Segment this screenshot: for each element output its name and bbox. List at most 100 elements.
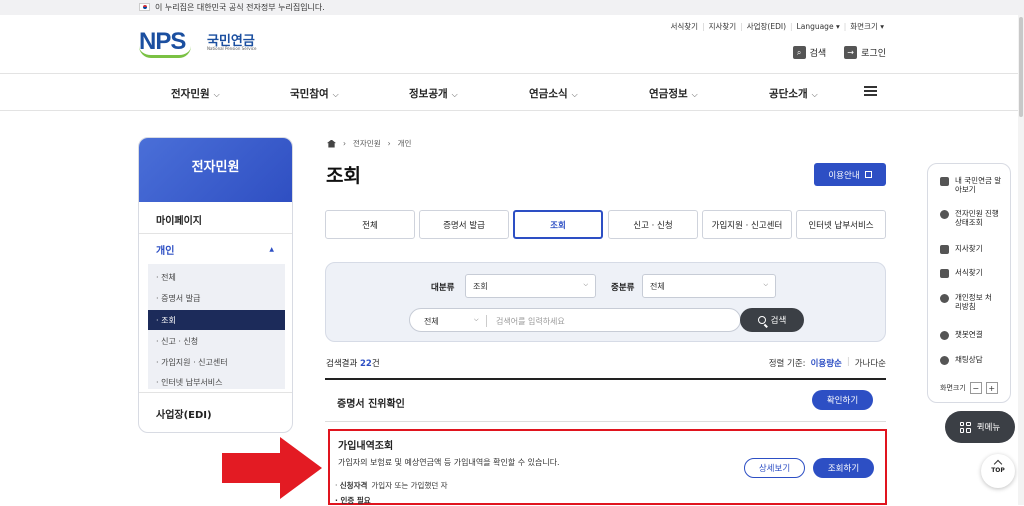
divider (139, 392, 292, 393)
util-forms-link[interactable]: 서식찾기 (670, 21, 698, 32)
chevron-down-icon: ⌵ (691, 90, 698, 99)
util-zoom-link[interactable]: 화면크기 ▾ (850, 21, 884, 32)
tab-cert[interactable]: 증명서 발급 (419, 210, 509, 239)
gnb-label: 국민참여 (290, 88, 329, 100)
result-prefix: 검색결과 (326, 359, 358, 369)
lnb-edi[interactable]: 사업장(EDI) (156, 406, 212, 421)
qualification-value: 가입자 또는 가입했던 자 (371, 481, 448, 490)
breadcrumb-item[interactable]: 개인 (398, 138, 412, 149)
breadcrumb-item[interactable]: 전자민원 (353, 138, 381, 149)
lnb-sub-list: · 전체 · 증명서 발급 · 조회 · 신고 · 신청 · 가입지원 · 신고… (148, 264, 285, 389)
scrollbar[interactable] (1018, 15, 1024, 505)
verify-button[interactable]: 확인하기 (812, 390, 873, 410)
korea-flag-icon (139, 3, 150, 11)
quick-label: 채팅상담 (955, 355, 983, 364)
util-edi-link[interactable]: 사업장(EDI) (747, 21, 786, 32)
item-description: 가입자의 보험료 및 예상연금액 등 가입내역을 확인할 수 있습니다. (338, 458, 560, 467)
hamburger-menu-icon[interactable] (864, 86, 877, 96)
quick-chatbot[interactable]: 챗봇연결 (940, 330, 983, 340)
item-title: 가입내역조회 (338, 441, 394, 452)
header-login-button[interactable]: → 로그인 (844, 46, 886, 59)
gnb-item-about[interactable]: 공단소개 ⌵ (769, 86, 818, 101)
list-item: 증명서 진위확인 확인하기 (325, 380, 886, 422)
quick-privacy[interactable]: 개인정보 처리방침 (940, 293, 995, 311)
gnb-item-disclosure[interactable]: 정보공개 ⌵ (409, 86, 458, 101)
gnb-item-civil[interactable]: 전자민원 ⌵ (171, 86, 220, 101)
zoom-out-button[interactable]: − (969, 382, 982, 394)
person-icon (940, 210, 949, 219)
lnb-sub-inquiry[interactable]: · 조회 (148, 310, 285, 330)
breadcrumb: › 전자민원 › 개인 (327, 138, 411, 149)
search-scope-select[interactable]: 전체 (424, 316, 439, 327)
quick-label: 개인정보 처리방침 (955, 293, 992, 311)
chevron-down-icon: ⌵ (811, 90, 818, 99)
qualification-label: 신청자격 (339, 481, 368, 490)
chevron-down-icon: ⌵ (571, 90, 578, 99)
search-button[interactable]: 검색 (740, 308, 804, 332)
sort-by-usage[interactable]: 이용량순 (811, 357, 842, 369)
breadcrumb-sep: › (387, 139, 391, 148)
highlighted-list-item: 가입내역조회 가입자의 보험료 및 예상연금액 등 가입내역을 확인할 수 있습… (328, 429, 887, 505)
gnb-item-info[interactable]: 연금정보 ⌵ (649, 86, 698, 101)
sort-by-name[interactable]: 가나다순 (855, 357, 886, 369)
query-button[interactable]: 조회하기 (813, 458, 874, 478)
gnb-item-news[interactable]: 연금소식 ⌵ (529, 86, 578, 101)
quick-label: 전자민원 진행상태조회 (955, 209, 999, 227)
quick-menu-button[interactable]: 퀵메뉴 (945, 411, 1015, 443)
header-search-button[interactable]: ⌕ 검색 (792, 46, 826, 59)
login-icon: → (844, 46, 858, 59)
chevron-down-icon: ⌵ (583, 281, 588, 288)
zoom-in-button[interactable]: + (985, 382, 998, 394)
quick-menu-label: 퀵메뉴 (976, 423, 1001, 433)
privacy-icon (940, 294, 949, 303)
lnb-mypage[interactable]: 마이페이지 (156, 212, 202, 227)
util-language-link[interactable]: Language ▾ (797, 22, 840, 31)
left-nav: 전자민원 마이페이지 개인 ▲ · 전체 · 증명서 발급 · 조회 · 신고 … (138, 137, 293, 433)
tab-report[interactable]: 신고 · 신청 (608, 210, 698, 239)
guide-button[interactable]: 이용안내 (814, 163, 886, 186)
scrollbar-thumb[interactable] (1019, 17, 1023, 117)
gov-banner-text: 이 누리집은 대한민국 공식 전자정부 누리집입니다. (155, 3, 325, 12)
home-icon[interactable] (327, 139, 336, 148)
gnb-item-participation[interactable]: 국민참여 ⌵ (290, 86, 339, 101)
tab-inquiry[interactable]: 조회 (513, 210, 603, 239)
category-tabs: 전체 증명서 발급 조회 신고 · 신청 가입지원 · 신고센터 인터넷 납부서… (325, 210, 886, 239)
chevron-down-icon: ⌵ (451, 90, 458, 99)
item-qualification: · 신청자격 가입자 또는 가입했던 자 (335, 481, 448, 490)
chevron-up-icon[interactable]: ▲ (269, 246, 274, 253)
lnb-sub-cert[interactable]: · 증명서 발급 (156, 293, 200, 304)
sort-options: 정렬 기준: 이용량순 | 가나다순 (769, 357, 886, 369)
major-category-value: 조회 (473, 282, 488, 291)
quick-branch[interactable]: 지사찾기 (940, 244, 983, 254)
lnb-sub-support[interactable]: · 가입지원 · 신고센터 (156, 357, 228, 368)
quick-chat[interactable]: 채팅상담 (940, 355, 983, 365)
breadcrumb-sep: › (343, 139, 346, 148)
minor-category-value: 전체 (650, 282, 665, 291)
result-count: 검색결과 22건 (326, 357, 380, 369)
search-input[interactable]: 검색어를 입력하세요 (496, 316, 565, 327)
lnb-sub-report[interactable]: · 신고 · 신청 (156, 336, 198, 347)
minor-category-select[interactable]: 전체 ⌵ (642, 274, 776, 298)
lnb-title: 전자민원 (139, 138, 292, 202)
util-branch-link[interactable]: 지사찾기 (709, 21, 737, 32)
major-category-select[interactable]: 조회 ⌵ (465, 274, 596, 298)
divider (486, 315, 487, 327)
lnb-sub-payment[interactable]: · 인터넷 납부서비스 (156, 377, 223, 388)
tab-all[interactable]: 전체 (325, 210, 415, 239)
nps-logo[interactable]: NPS 국민연금 National Pension Service (139, 28, 269, 58)
tab-payment[interactable]: 인터넷 납부서비스 (796, 210, 886, 239)
scroll-top-button[interactable]: TOP (981, 454, 1015, 488)
lnb-personal[interactable]: 개인 (156, 242, 174, 257)
gnb-label: 연금소식 (529, 88, 568, 100)
quick-forms[interactable]: 서식찾기 (940, 268, 983, 278)
quick-status[interactable]: 전자민원 진행상태조회 (940, 209, 1005, 227)
chevron-down-icon: ⌵ (763, 281, 768, 288)
detail-button[interactable]: 상세보기 (744, 458, 805, 478)
result-suffix: 건 (371, 359, 380, 369)
tab-support[interactable]: 가입지원 · 신고센터 (702, 210, 792, 239)
external-link-icon (864, 171, 872, 178)
quick-my-pension[interactable]: 내 국민연금 알아보기 (940, 176, 1005, 194)
quick-label: 내 국민연금 알아보기 (955, 176, 1002, 194)
search-panel: 대분류 조회 ⌵ 중분류 전체 ⌵ 전체 ⌵ 검색어를 입력하세요 검색 (325, 262, 886, 342)
lnb-sub-all[interactable]: · 전체 (156, 272, 176, 283)
